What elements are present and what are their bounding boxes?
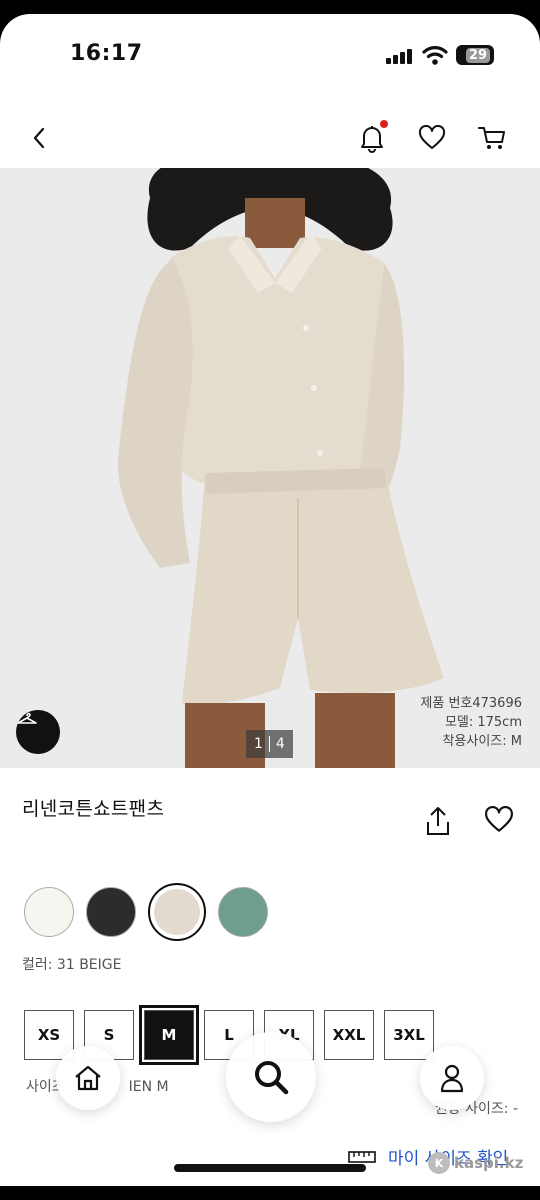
watermark-text: kaspi.kz — [454, 1154, 524, 1172]
model-height: 모델: 175cm — [444, 715, 522, 730]
search-icon — [255, 1061, 289, 1095]
cart-button[interactable] — [474, 120, 510, 156]
share-icon — [427, 807, 449, 835]
size-summary-value: IEN M — [128, 1079, 169, 1095]
product-wishlist-button[interactable] — [482, 804, 516, 838]
size-option-xxl[interactable]: XXL — [324, 1010, 374, 1060]
image-pager: 1 4 — [246, 730, 293, 758]
color-label: 컬러: 31 BEIGE — [22, 957, 122, 973]
color-swatch-1[interactable] — [86, 887, 136, 937]
product-photo — [0, 168, 540, 768]
watermark: K kaspi.kz — [428, 1152, 523, 1174]
color-swatch-0[interactable] — [24, 887, 74, 937]
share-button[interactable] — [422, 804, 454, 838]
product-number: 제품 번호473696 — [420, 696, 522, 711]
back-button[interactable] — [22, 120, 58, 156]
notifications-button[interactable] — [354, 120, 390, 156]
status-time: 16:17 — [70, 41, 143, 66]
fitting-button[interactable] — [16, 710, 60, 754]
account-button[interactable] — [420, 1046, 484, 1110]
home-indicator — [174, 1164, 366, 1172]
size-option-3xl[interactable]: 3XL — [384, 1010, 434, 1060]
size-option-m[interactable]: M — [139, 1005, 199, 1065]
heart-icon — [418, 125, 446, 149]
top-navigation — [0, 114, 540, 164]
home-button[interactable] — [56, 1046, 120, 1110]
pager-total: 4 — [275, 736, 285, 752]
app-screen: 16:17 29 1 4 제품 번호473696 모델: 175cm 착용사이즈… — [0, 14, 540, 1186]
cellular-signal-icon — [386, 48, 414, 64]
pager-separator — [268, 736, 270, 752]
color-options — [24, 883, 268, 941]
kaspi-logo-icon: K — [428, 1152, 450, 1174]
cart-icon — [478, 127, 505, 149]
chevron-left-icon — [33, 127, 45, 149]
hanger-icon — [17, 712, 37, 724]
battery-icon: 29 — [456, 45, 494, 65]
color-swatch-2[interactable] — [148, 883, 206, 941]
model-worn-size: 착용사이즈: M — [442, 734, 522, 749]
product-image[interactable]: 1 4 제품 번호473696 모델: 175cm 착용사이즈: M — [0, 168, 540, 768]
model-info: 제품 번호473696 모델: 175cm 착용사이즈: M — [420, 694, 522, 751]
ruler-icon — [348, 1150, 376, 1163]
wifi-icon — [422, 46, 448, 65]
notification-dot — [380, 120, 388, 128]
battery-level: 29 — [465, 47, 491, 63]
search-button[interactable] — [226, 1032, 316, 1122]
wishlist-button[interactable] — [414, 120, 450, 156]
user-icon — [440, 1064, 464, 1093]
product-title: 리넨코튼쇼트팬츠 — [22, 798, 165, 820]
status-bar: 16:17 29 — [0, 14, 540, 94]
color-swatch-3[interactable] — [218, 887, 268, 937]
heart-icon — [485, 805, 513, 832]
home-icon — [75, 1065, 101, 1091]
pager-current: 1 — [254, 736, 263, 752]
